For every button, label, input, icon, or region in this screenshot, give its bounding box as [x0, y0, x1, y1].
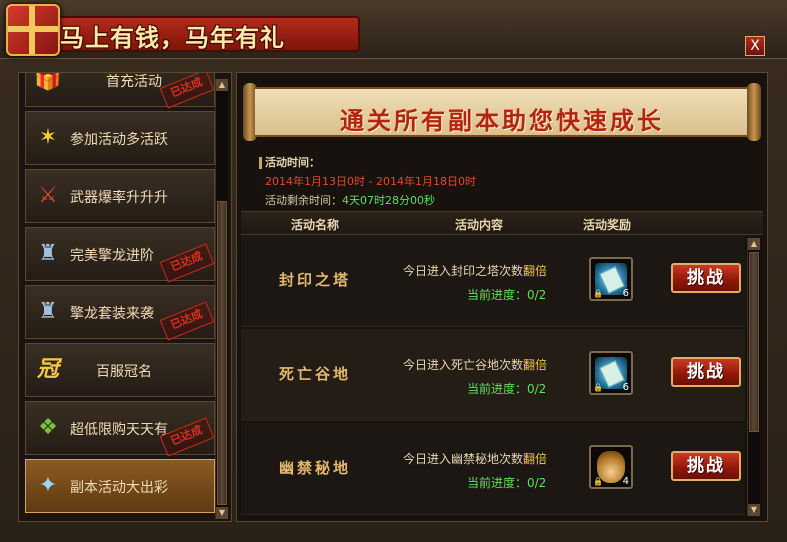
bound-lock-icon: 🔒	[593, 383, 603, 392]
reward-slot[interactable]: 🔒 6	[589, 351, 633, 395]
activity-detail-panel: 通关所有副本助您快速成长 活动时间： 2014年1月13日0时 - 2014年1…	[236, 72, 768, 522]
weapon-icon: ⚔	[38, 183, 58, 208]
table-row: 幽禁秘地 今日进入幽禁秘地次数翻倍 当前进度：0/2 🔒 4 挑战	[241, 423, 745, 515]
scrollbar-thumb[interactable]	[217, 201, 227, 505]
progress-text: 当前进度：0/2	[467, 288, 547, 302]
close-button[interactable]: X	[745, 36, 765, 56]
activity-sidebar: 🎁 首充活动 已达成 ✶ 参加活动多活跃 ⚔ 武器爆率升升升 ♜ 完美擎龙进阶 …	[18, 72, 232, 522]
scrollbar-thumb[interactable]	[749, 252, 759, 432]
section-marker	[259, 157, 262, 169]
reward-slot[interactable]: 🔒 4	[589, 445, 633, 489]
column-header-name: 活动名称	[291, 218, 340, 232]
table-row: 封印之塔 今日进入封印之塔次数翻倍 当前进度：0/2 🔒 6 挑战	[241, 235, 745, 327]
sidebar-item-server-naming[interactable]: 冠 百服冠名	[25, 343, 215, 397]
completed-stamp: 已达成	[159, 73, 215, 109]
list-scrollbar[interactable]: ▲ ▼	[747, 238, 760, 516]
sidebar-scrollbar[interactable]: ▲ ▼	[215, 79, 228, 519]
sidebar-item-limited-purchase[interactable]: ❖ 超低限购天天有 已达成	[25, 401, 215, 457]
sidebar-item-label: 首充活动	[106, 74, 162, 90]
armor-icon: ♜	[38, 241, 58, 266]
reward-quantity: 6	[622, 288, 629, 299]
progress-text: 当前进度：0/2	[467, 382, 547, 396]
dungeon-icon: ✦	[38, 473, 58, 498]
bound-lock-icon: 🔒	[593, 477, 603, 486]
sidebar-item-label: 完美擎龙进阶	[70, 248, 154, 264]
banner-scroll: 通关所有副本助您快速成长	[243, 79, 761, 145]
sidebar-item-label: 副本活动大出彩	[70, 480, 168, 496]
description-text: 今日进入死亡谷地次数	[403, 358, 524, 372]
remaining-time-value: 4天07时28分00秒	[342, 194, 435, 207]
dungeon-name: 幽禁秘地	[279, 459, 352, 477]
scroll-down-icon[interactable]: ▼	[216, 507, 228, 519]
banner-paper: 通关所有副本助您快速成长	[255, 87, 749, 137]
completed-stamp: 已达成	[159, 243, 215, 283]
completed-stamp: 已达成	[159, 301, 215, 341]
remaining-time: 活动剩余时间：4天07时28分00秒	[265, 191, 476, 210]
sidebar-item-label: 百服冠名	[96, 364, 152, 380]
dungeon-description: 今日进入封印之塔次数翻倍	[403, 262, 547, 279]
sidebar-item-dungeon-event[interactable]: ✦ 副本活动大出彩	[25, 459, 215, 513]
sidebar-item-first-recharge[interactable]: 🎁 首充活动 已达成	[25, 72, 215, 109]
description-highlight: 翻倍	[523, 452, 548, 466]
sidebar-item-label: 擎龙套装来袭	[70, 306, 154, 322]
sidebar-item-dragon-set[interactable]: ♜ 擎龙套装来袭 已达成	[25, 285, 215, 341]
present-icon: ❖	[38, 415, 58, 440]
sidebar-item-label: 超低限购天天有	[70, 422, 168, 438]
gift-box-icon: 🎁	[34, 72, 62, 92]
column-header-content: 活动内容	[455, 218, 504, 232]
sidebar-item-dragon-advance[interactable]: ♜ 完美擎龙进阶 已达成	[25, 227, 215, 283]
column-header-reward: 活动奖励	[583, 218, 632, 232]
table-header: 活动名称 活动内容 活动奖励	[241, 211, 763, 235]
challenge-button[interactable]: 挑战	[671, 263, 741, 293]
activity-window: 马上有钱，马年有礼 X 🎁 首充活动 已达成 ✶ 参加活动多活跃 ⚔ 武器爆率升…	[0, 0, 787, 542]
sidebar-item-activity-rewards[interactable]: ✶ 参加活动多活跃	[25, 111, 215, 165]
dungeon-name: 封印之塔	[279, 271, 352, 289]
fireworks-icon: ✶	[38, 125, 58, 150]
scroll-up-icon[interactable]: ▲	[216, 79, 228, 91]
reward-quantity: 6	[622, 382, 629, 393]
scroll-rod-right	[747, 83, 761, 141]
title-bar: 马上有钱，马年有礼 X	[0, 0, 787, 59]
challenge-button[interactable]: 挑战	[671, 357, 741, 387]
scroll-up-icon[interactable]: ▲	[748, 238, 760, 250]
dungeon-name: 死亡谷地	[279, 365, 352, 383]
progress-text: 当前进度：0/2	[467, 476, 547, 490]
description-highlight: 翻倍	[523, 264, 548, 278]
crown-glyph-icon: 冠	[36, 357, 59, 382]
scroll-down-icon[interactable]: ▼	[748, 504, 760, 516]
description-text: 今日进入幽禁秘地次数	[403, 452, 524, 466]
window-title: 马上有钱，马年有礼	[60, 24, 285, 52]
dungeon-description: 今日进入死亡谷地次数翻倍	[403, 356, 547, 373]
description-text: 今日进入封印之塔次数	[403, 264, 524, 278]
challenge-button[interactable]: 挑战	[671, 451, 741, 481]
activity-time-label: 活动时间：	[265, 156, 320, 169]
activity-info: 活动时间： 2014年1月13日0时 - 2014年1月18日0时 活动剩余时间…	[259, 153, 476, 210]
remaining-time-label: 活动剩余时间：	[265, 194, 342, 207]
sidebar-item-weapon-drop[interactable]: ⚔ 武器爆率升升升	[25, 169, 215, 223]
bound-lock-icon: 🔒	[593, 289, 603, 298]
banner-title: 通关所有副本助您快速成长	[340, 107, 664, 135]
sidebar-item-label: 武器爆率升升升	[70, 190, 168, 206]
armor-set-icon: ♜	[38, 299, 58, 324]
reward-slot[interactable]: 🔒 6	[589, 257, 633, 301]
table-row: 死亡谷地 今日进入死亡谷地次数翻倍 当前进度：0/2 🔒 6 挑战	[241, 329, 745, 421]
activity-time-range: 2014年1月13日0时 - 2014年1月18日0时	[265, 175, 476, 188]
dungeon-description: 今日进入幽禁秘地次数翻倍	[403, 450, 547, 467]
reward-quantity: 4	[622, 476, 629, 487]
description-highlight: 翻倍	[523, 358, 548, 372]
gift-box-icon	[6, 4, 60, 56]
sidebar-item-label: 参加活动多活跃	[70, 132, 168, 148]
